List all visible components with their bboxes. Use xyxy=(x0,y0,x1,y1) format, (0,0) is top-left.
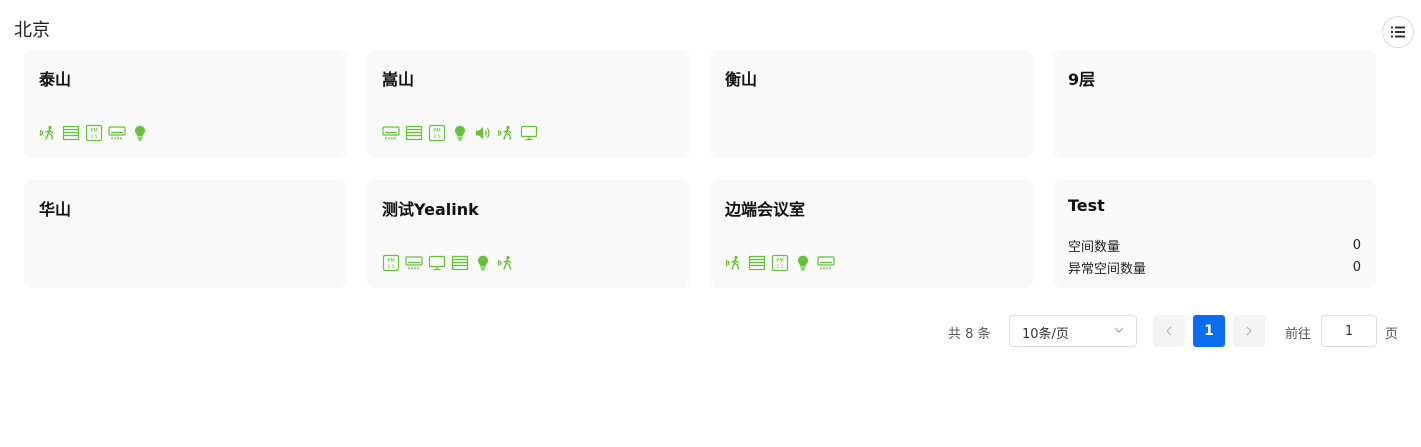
light-bulb-icon xyxy=(798,255,808,271)
room-card[interactable]: 泰山 PM 2.5 xyxy=(24,50,347,158)
page-size-select[interactable]: 10条/页 xyxy=(1009,315,1137,347)
blinds-icon xyxy=(62,125,80,141)
room-name: 华山 xyxy=(39,200,72,219)
svg-text:2.5: 2.5 xyxy=(776,264,783,270)
pm-sensor-icon: PM2.5 xyxy=(428,124,446,142)
stat-row: 空间数量 0 xyxy=(1068,234,1361,256)
goto-label: 前往 xyxy=(1285,327,1312,342)
device-icons: PM 2.5 xyxy=(725,254,835,272)
pm-sensor-icon: PM2.5 xyxy=(85,124,103,142)
room-name: 测试Yealink xyxy=(382,200,479,219)
chevron-down-icon xyxy=(1114,327,1124,333)
page-title: 北京 xyxy=(14,20,50,41)
chevron-left-icon xyxy=(1166,326,1172,336)
monitor-icon xyxy=(520,125,538,141)
list-icon xyxy=(1391,26,1405,38)
room-card[interactable]: 测试Yealink PM 2.5 xyxy=(367,180,690,288)
speaker-icon xyxy=(476,127,490,139)
goto-page-input[interactable] xyxy=(1321,315,1377,347)
list-view-button[interactable] xyxy=(1382,16,1414,48)
air-conditioner-icon xyxy=(405,256,423,270)
device-icons: PM 2.5 xyxy=(382,254,515,272)
motion-sensor-icon xyxy=(725,255,740,270)
svg-text:2.5: 2.5 xyxy=(387,264,394,270)
svg-text:PM: PM xyxy=(776,258,783,264)
air-conditioner-icon xyxy=(382,126,400,140)
room-stats: 空间数量 0 异常空间数量 0 xyxy=(1068,234,1361,278)
total-count: 共 8 条 xyxy=(948,327,991,342)
room-name: Test xyxy=(1068,196,1105,215)
svg-text:PM: PM xyxy=(387,258,394,264)
motion-sensor-icon xyxy=(497,125,512,140)
page-size-value: 10条/页 xyxy=(1022,327,1069,342)
stat-label: 空间数量 xyxy=(1068,239,1121,255)
light-bulb-icon xyxy=(455,125,465,141)
svg-text:PM: PM xyxy=(90,128,97,134)
room-card[interactable]: 华山 xyxy=(24,180,347,288)
room-card[interactable]: 边端会议室 PM 2.5 xyxy=(710,180,1033,288)
svg-text:PM: PM xyxy=(433,128,440,134)
motion-sensor-icon xyxy=(497,255,512,270)
pm-sensor-icon: PM2.5 xyxy=(382,254,400,272)
room-name: 边端会议室 xyxy=(725,200,806,219)
light-bulb-icon xyxy=(135,125,145,141)
pm-sensor-icon: PM2.5 xyxy=(771,254,789,272)
device-icons: PM 2.5 xyxy=(382,124,538,142)
room-card[interactable]: 嵩山 PM 2.5 xyxy=(367,50,690,158)
room-card[interactable]: Test 空间数量 0 异常空间数量 0 xyxy=(1053,180,1376,288)
light-bulb-icon xyxy=(478,255,488,271)
next-page-button[interactable] xyxy=(1233,315,1265,347)
room-name: 衡山 xyxy=(725,70,758,89)
blinds-icon xyxy=(451,255,469,271)
room-name: 泰山 xyxy=(39,70,72,89)
svg-text:2.5: 2.5 xyxy=(90,134,97,140)
monitor-icon xyxy=(428,255,446,271)
svg-text:2.5: 2.5 xyxy=(433,134,440,140)
motion-sensor-icon xyxy=(39,125,54,140)
page-unit-label: 页 xyxy=(1385,327,1399,342)
page-1-button[interactable]: 1 xyxy=(1193,315,1225,347)
blinds-icon xyxy=(748,255,766,271)
stat-row: 异常空间数量 0 xyxy=(1068,256,1361,278)
room-name: 嵩山 xyxy=(382,70,415,89)
air-conditioner-icon xyxy=(817,256,835,270)
blinds-icon xyxy=(405,125,423,141)
air-conditioner-icon xyxy=(108,126,126,140)
stat-label: 异常空间数量 xyxy=(1068,261,1147,277)
stat-value: 0 xyxy=(1352,259,1361,275)
stat-value: 0 xyxy=(1352,237,1361,253)
pagination: 共 8 条 10条/页 1 前往 页 xyxy=(0,315,1421,347)
room-name: 9层 xyxy=(1068,70,1096,89)
room-card[interactable]: 9层 xyxy=(1053,50,1376,158)
room-card[interactable]: 衡山 xyxy=(710,50,1033,158)
device-icons: PM 2.5 xyxy=(39,124,149,142)
prev-page-button[interactable] xyxy=(1153,315,1185,347)
chevron-right-icon xyxy=(1246,326,1252,336)
